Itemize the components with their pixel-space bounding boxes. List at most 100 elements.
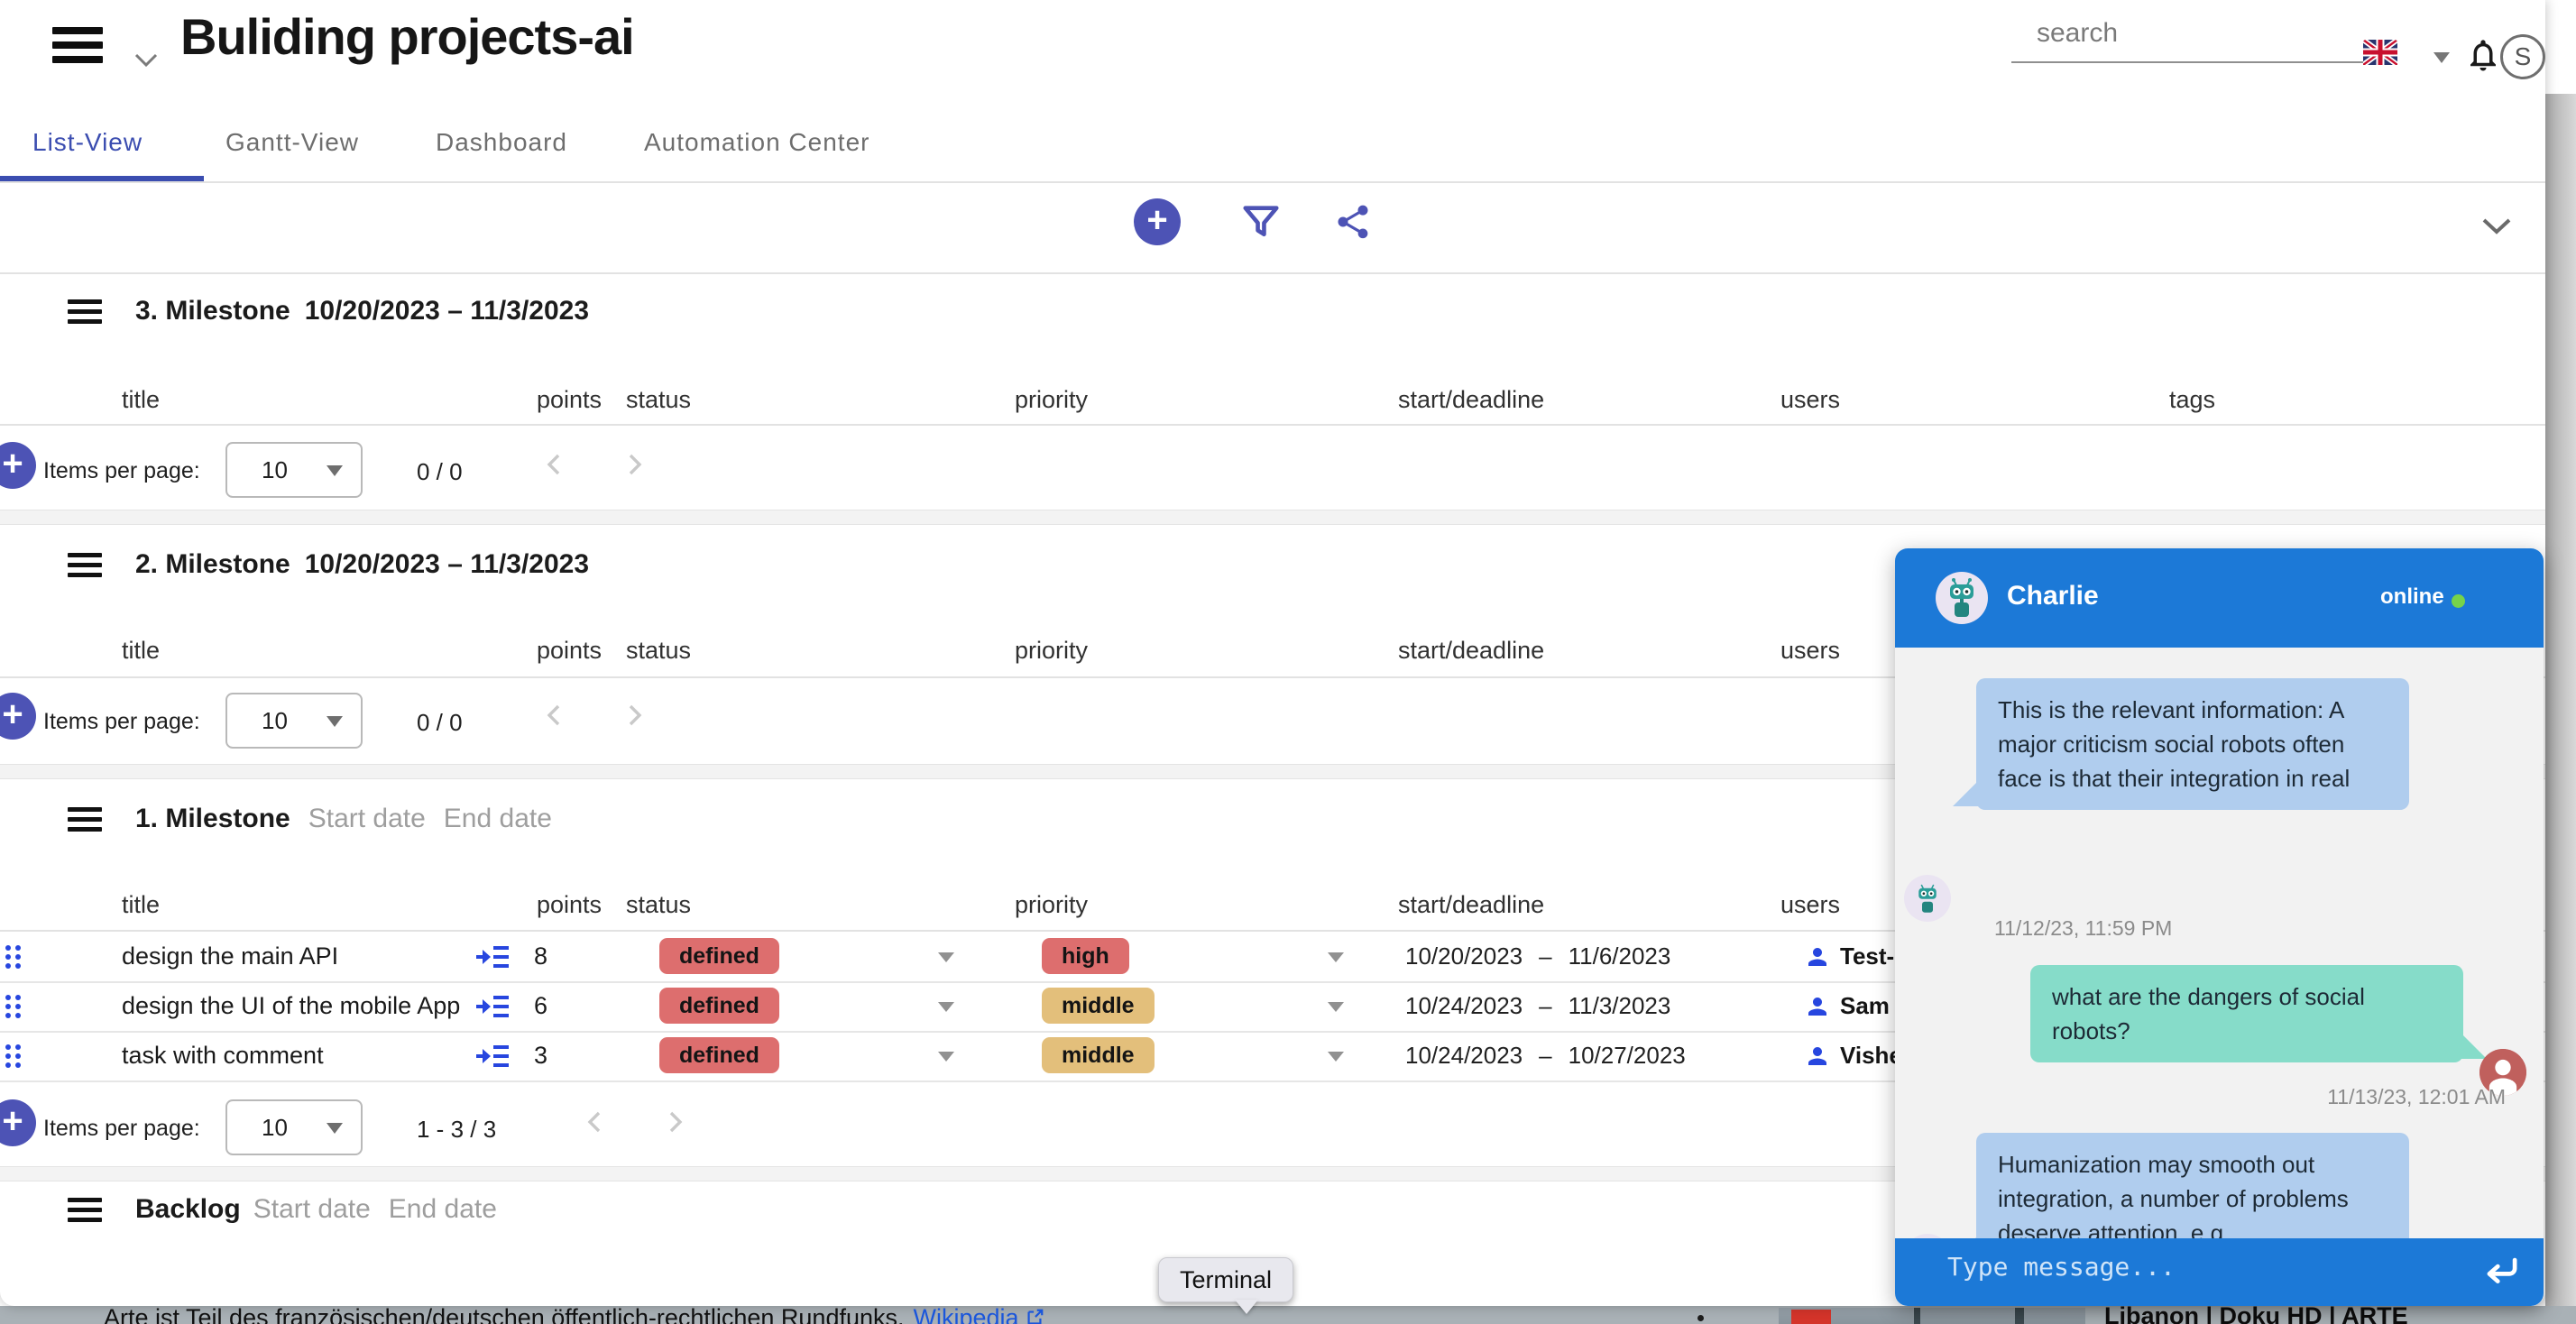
milestone-1-start-date-field[interactable]: Start date [308, 804, 426, 834]
page-size-select[interactable]: 10 [225, 693, 363, 749]
page-range-label: 0 / 0 [417, 458, 463, 486]
milestone-1-title: 1. Milestone [135, 804, 290, 834]
external-link-icon [1025, 1306, 1044, 1324]
chat-widget: Charlie online This is the relevant info… [1895, 548, 2544, 1306]
tab-dashboard[interactable]: Dashboard [436, 128, 567, 157]
next-page-icon[interactable] [621, 451, 648, 483]
priority-dropdown-caret[interactable] [1328, 1002, 1344, 1012]
status-badge[interactable]: defined [659, 938, 779, 974]
milestone-2-add-button[interactable]: + [0, 693, 36, 740]
task-points: 6 [534, 981, 547, 1031]
backlog-title: Backlog [135, 1194, 241, 1225]
task-title[interactable]: task with comment [122, 1031, 324, 1080]
column-dates: start/deadline [1398, 386, 1544, 414]
move-to-milestone-icon[interactable] [476, 932, 511, 981]
arte-description-text: Arte ist Teil des französischen/deutsche… [104, 1304, 905, 1324]
notifications-bell-icon[interactable] [2464, 34, 2502, 80]
backlog-end-date-field[interactable]: End date [389, 1194, 497, 1225]
milestone-3-header: 3. Milestone 10/20/2023 – 11/3/2023 [135, 296, 589, 326]
move-to-milestone-icon[interactable] [476, 981, 511, 1031]
main-menu-icon[interactable] [52, 27, 103, 63]
collapse-toolbar-chevron-icon[interactable] [2480, 216, 2513, 241]
wikipedia-link[interactable]: Wikipedia [914, 1304, 1019, 1324]
message-timestamp: 11/12/23, 11:59 PM [1994, 916, 2172, 941]
user-name: Vishe [1840, 1042, 1902, 1070]
tab-gantt-view[interactable]: Gantt-View [225, 128, 359, 157]
backlog-start-date-field[interactable]: Start date [253, 1194, 371, 1225]
screen: Arte ist Teil des französischen/deutsche… [0, 0, 2576, 1324]
tooltip-tail [1235, 1300, 1258, 1314]
status-badge[interactable]: defined [659, 1037, 779, 1073]
milestone-3-dates[interactable]: 10/20/2023 – 11/3/2023 [305, 296, 589, 326]
status-badge[interactable]: defined [659, 988, 779, 1024]
priority-badge[interactable]: middle [1042, 988, 1155, 1024]
status-dropdown-caret[interactable] [938, 1002, 954, 1012]
page-size-select[interactable]: 10 [225, 442, 363, 498]
page-size-select[interactable]: 10 [225, 1099, 363, 1155]
next-page-icon[interactable] [621, 702, 648, 733]
previous-page-icon[interactable] [541, 451, 568, 483]
task-points: 8 [534, 932, 547, 981]
milestone-1-header: 1. Milestone Start date End date [135, 804, 552, 834]
chat-status-label: online [2380, 584, 2444, 610]
task-dates[interactable]: 10/20/2023–11/6/2023 [1405, 932, 1670, 981]
person-icon [1804, 1043, 1831, 1070]
status-dropdown-caret[interactable] [938, 952, 954, 962]
drag-handle-icon[interactable] [5, 1031, 25, 1080]
language-dropdown-caret[interactable] [2433, 52, 2450, 63]
milestone-1-add-button[interactable]: + [0, 1099, 36, 1146]
task-user[interactable]: Vishe [1804, 1031, 1902, 1080]
milestone-3-add-button[interactable]: + [0, 442, 36, 489]
milestone-2-title: 2. Milestone [135, 549, 290, 580]
avatar-initial: S [2515, 42, 2532, 71]
milestone-3-menu-icon[interactable] [68, 299, 102, 324]
priority-dropdown-caret[interactable] [1328, 1052, 1344, 1062]
bot-avatar [1936, 572, 1988, 624]
move-to-milestone-icon[interactable] [476, 1031, 511, 1080]
priority-badge[interactable]: high [1042, 938, 1129, 974]
tooltip-label: Terminal [1180, 1266, 1272, 1294]
bubble-tail [1953, 776, 1983, 806]
background-page-text: Arte ist Teil des französischen/deutsche… [104, 1304, 1044, 1324]
filter-icon[interactable] [1240, 201, 1282, 247]
task-title[interactable]: design the UI of the mobile App [122, 981, 460, 1031]
bubble-tail [2456, 1028, 2487, 1059]
next-page-icon[interactable] [661, 1108, 688, 1140]
drag-handle-icon[interactable] [5, 981, 25, 1031]
add-task-button[interactable]: + [1134, 198, 1181, 245]
priority-dropdown-caret[interactable] [1328, 952, 1344, 962]
drag-handle-icon[interactable] [5, 932, 25, 981]
share-icon[interactable] [1333, 202, 1373, 246]
milestone-2-dates[interactable]: 10/20/2023 – 11/3/2023 [305, 549, 589, 580]
milestone-1-end-date-field[interactable]: End date [444, 804, 552, 834]
task-points: 3 [534, 1031, 547, 1080]
column-tags: tags [2169, 386, 2215, 414]
language-flag-icon[interactable] [2363, 40, 2397, 69]
previous-page-icon[interactable] [541, 702, 568, 733]
status-dropdown-caret[interactable] [938, 1052, 954, 1062]
milestone-2-menu-icon[interactable] [68, 553, 102, 577]
items-per-page-label: Items per page: [43, 458, 200, 484]
send-message-icon[interactable] [2484, 1255, 2520, 1293]
previous-page-icon[interactable] [582, 1108, 609, 1140]
chat-messages: This is the relevant information: A majo… [1895, 648, 2544, 1238]
column-status: status [626, 386, 691, 414]
backlog-menu-icon[interactable] [68, 1198, 102, 1222]
project-switch-chevron-down-icon[interactable] [133, 52, 159, 73]
tab-automation-center[interactable]: Automation Center [644, 128, 869, 157]
priority-badge[interactable]: middle [1042, 1037, 1155, 1073]
user-name: Test- [1840, 942, 1894, 970]
task-dates[interactable]: 10/24/2023–10/27/2023 [1405, 1031, 1686, 1080]
task-user[interactable]: Sam [1804, 981, 1890, 1031]
task-dates[interactable]: 10/24/2023–11/3/2023 [1405, 981, 1670, 1031]
milestone-1-menu-icon[interactable] [68, 807, 102, 832]
person-icon [1804, 993, 1831, 1020]
search-field [2011, 13, 2358, 63]
overflow-menu-icon[interactable] [1697, 1308, 1704, 1324]
search-input[interactable] [2011, 13, 2385, 63]
task-user[interactable]: Test- [1804, 932, 1894, 981]
chat-message-input[interactable] [1946, 1251, 2454, 1283]
tab-list-view[interactable]: List-View [32, 128, 143, 157]
task-title[interactable]: design the main API [122, 932, 338, 981]
user-avatar[interactable]: S [2500, 34, 2545, 79]
